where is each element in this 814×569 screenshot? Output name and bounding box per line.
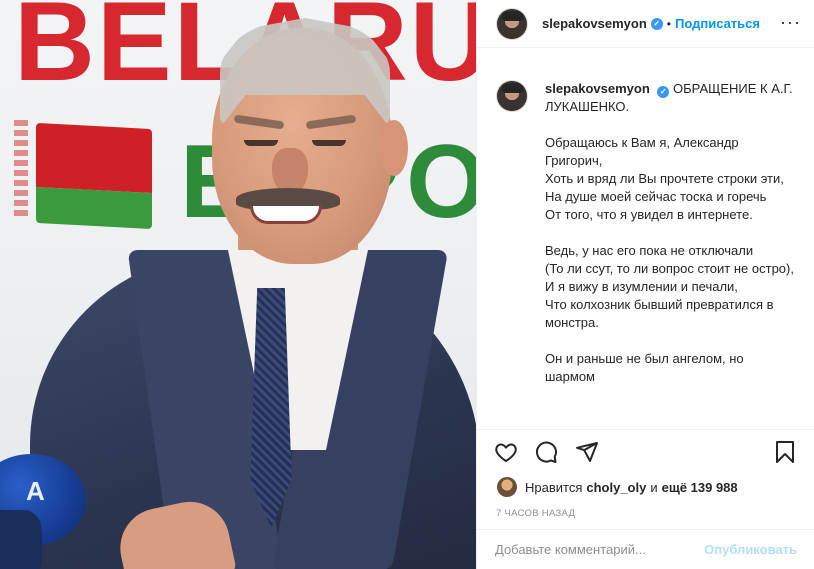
caption-username[interactable]: slepakovsemyon (545, 81, 650, 96)
person-eye-left (244, 140, 278, 146)
publish-comment-button[interactable]: Опубликовать (704, 542, 797, 557)
follow-button[interactable]: Подписаться (675, 16, 760, 31)
post-actions: Нравится choly_oly и ещё 139 988 7 ЧАСОВ… (477, 429, 814, 519)
post-side-panel: slepakovsemyon ✓ • Подписаться ··· slepa… (476, 0, 814, 569)
more-options-icon[interactable]: ··· (780, 12, 801, 33)
liker-avatar[interactable] (497, 477, 517, 497)
comment-form: Опубликовать (477, 529, 814, 569)
header-separator: • (666, 16, 671, 31)
person-ear (380, 120, 408, 176)
likes-summary: Нравится choly_oly и ещё 139 988 (497, 476, 742, 498)
caption-author-avatar[interactable] (496, 80, 528, 112)
likes-and: и (650, 479, 658, 495)
likes-prefix: Нравится (525, 479, 583, 495)
microphone-secondary (0, 510, 42, 569)
comment-icon[interactable] (534, 440, 562, 468)
liker-username[interactable]: choly_oly (586, 480, 646, 495)
heart-icon[interactable] (494, 440, 522, 468)
author-avatar[interactable] (496, 7, 528, 40)
comment-input[interactable] (495, 542, 705, 557)
author-username[interactable]: slepakovsemyon (542, 16, 647, 31)
verified-badge-icon: ✓ (650, 17, 663, 30)
microphone-logo: A (26, 476, 45, 506)
person-eye-right (312, 140, 346, 146)
caption-text: slepakovsemyon ✓ ОБРАЩЕНИЕ К А.Г. ЛУКАШЕ… (545, 80, 795, 386)
paper-plane-icon[interactable] (575, 440, 603, 468)
post-photo[interactable]: BELARUS EXPO A (0, 0, 476, 569)
caption-scroll-area[interactable]: slepakovsemyon ✓ ОБРАЩЕНИЕ К А.Г. ЛУКАШЕ… (477, 68, 814, 428)
caption-body: Обращаюсь к Вам я, Александр Григорич, Х… (545, 135, 794, 384)
likes-count-link[interactable]: ещё 139 988 (662, 480, 738, 495)
post-timestamp[interactable]: 7 ЧАСОВ НАЗАД (496, 508, 575, 519)
bookmark-icon[interactable] (773, 440, 801, 468)
person-smile (250, 206, 322, 224)
verified-badge-icon: ✓ (657, 86, 670, 98)
belarus-flag (36, 122, 152, 230)
post-header: slepakovsemyon ✓ • Подписаться ··· (477, 0, 814, 48)
backdrop-vertical-text (14, 120, 28, 220)
